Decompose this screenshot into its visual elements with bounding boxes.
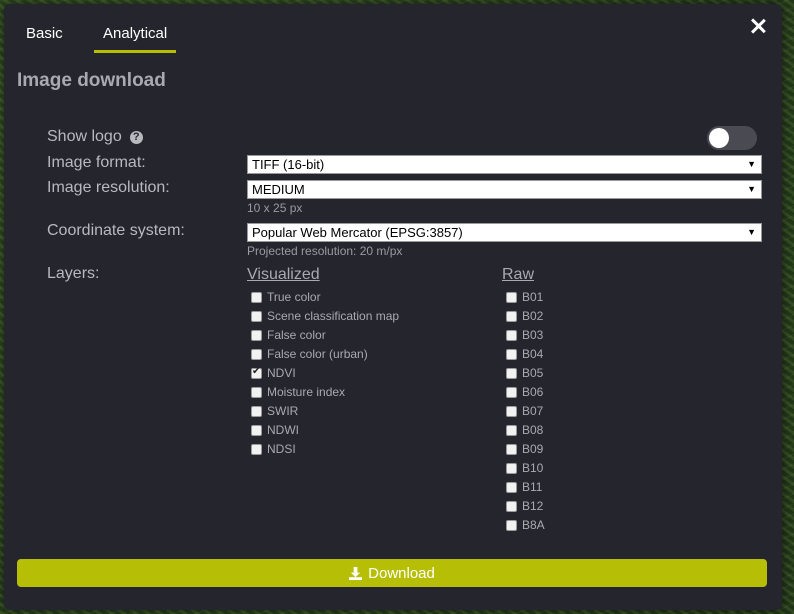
raw-band-row[interactable]: B08 xyxy=(506,422,543,438)
raw-band-row[interactable]: B02 xyxy=(506,308,543,324)
show-logo-label: Show logo? xyxy=(47,128,143,146)
image-format-select[interactable]: TIFF (16-bit) ▼ xyxy=(247,155,762,174)
visualized-layer-checkbox[interactable] xyxy=(251,366,262,379)
visualized-layer-label: NDSI xyxy=(267,442,296,456)
raw-band-label: B05 xyxy=(522,366,544,380)
raw-band-checkbox[interactable] xyxy=(506,348,517,360)
visualized-layer-row[interactable]: NDVI xyxy=(251,365,296,381)
raw-band-row[interactable]: B12 xyxy=(506,498,543,514)
projected-resolution-note: Projected resolution: 20 m/px xyxy=(247,244,403,258)
image-resolution-label: Image resolution: xyxy=(47,179,170,196)
raw-band-checkbox[interactable] xyxy=(506,519,517,531)
raw-band-label: B01 xyxy=(522,290,544,304)
coordinate-system-value: Popular Web Mercator (EPSG:3857) xyxy=(252,225,463,240)
raw-band-checkbox[interactable] xyxy=(506,481,517,493)
coordinate-system-label: Coordinate system: xyxy=(47,222,185,239)
raw-band-checkbox[interactable] xyxy=(506,424,517,436)
raw-header[interactable]: Raw xyxy=(502,266,534,284)
raw-band-checkbox[interactable] xyxy=(506,310,517,322)
image-format-label: Image format: xyxy=(47,154,146,171)
raw-band-label: B10 xyxy=(522,461,544,475)
visualized-layer-checkbox[interactable] xyxy=(251,310,262,322)
visualized-layer-checkbox[interactable] xyxy=(251,405,262,417)
dropdown-arrow-icon: ▼ xyxy=(747,227,756,237)
raw-band-row[interactable]: B11 xyxy=(506,479,542,495)
raw-band-row[interactable]: B05 xyxy=(506,365,543,381)
raw-band-label: B02 xyxy=(522,309,544,323)
raw-band-row[interactable]: B10 xyxy=(506,460,543,476)
raw-band-label: B06 xyxy=(522,385,544,399)
close-icon[interactable] xyxy=(750,18,766,34)
visualized-layer-row[interactable]: False color (urban) xyxy=(251,346,368,362)
help-icon[interactable]: ? xyxy=(129,131,143,144)
resolution-note: 10 x 25 px xyxy=(247,201,303,215)
raw-band-row[interactable]: B07 xyxy=(506,403,543,419)
visualized-layer-row[interactable]: Scene classification map xyxy=(251,308,399,324)
raw-band-checkbox[interactable] xyxy=(506,443,517,455)
raw-band-checkbox[interactable] xyxy=(506,367,517,379)
raw-band-label: B09 xyxy=(522,442,544,456)
visualized-layer-checkbox[interactable] xyxy=(251,386,262,398)
raw-band-row[interactable]: B8A xyxy=(506,517,545,533)
dialog-title: Image download xyxy=(17,70,166,91)
image-format-value: TIFF (16-bit) xyxy=(252,157,325,172)
raw-band-row[interactable]: B06 xyxy=(506,384,543,400)
visualized-layer-row[interactable]: NDSI xyxy=(251,441,296,457)
visualized-layer-row[interactable]: Moisture index xyxy=(251,384,345,400)
visualized-layer-label: False color (urban) xyxy=(267,347,368,361)
visualized-layer-row[interactable]: True color xyxy=(251,289,321,305)
raw-band-row[interactable]: B09 xyxy=(506,441,543,457)
raw-band-row[interactable]: B04 xyxy=(506,346,543,362)
tab-analytical[interactable]: Analytical xyxy=(94,24,177,53)
raw-band-label: B08 xyxy=(522,423,544,437)
show-logo-text: Show logo xyxy=(47,128,122,145)
visualized-layer-checkbox[interactable] xyxy=(251,291,262,303)
visualized-layer-checkbox[interactable] xyxy=(251,348,262,360)
visualized-layer-checkbox[interactable] xyxy=(251,424,262,436)
download-label: Download xyxy=(368,564,435,582)
visualized-layer-label: Scene classification map xyxy=(267,309,400,323)
visualized-layer-label: False color xyxy=(267,328,326,342)
raw-band-label: B12 xyxy=(522,499,544,513)
download-button[interactable]: Download xyxy=(17,559,767,587)
raw-band-checkbox[interactable] xyxy=(506,405,517,417)
raw-band-checkbox[interactable] xyxy=(506,500,517,512)
raw-band-row[interactable]: B03 xyxy=(506,327,543,343)
image-resolution-select[interactable]: MEDIUM ▼ xyxy=(247,180,762,199)
visualized-layer-label: True color xyxy=(267,290,321,304)
raw-band-checkbox[interactable] xyxy=(506,386,517,398)
image-resolution-value: MEDIUM xyxy=(252,182,305,197)
visualized-layer-label: SWIR xyxy=(267,404,299,418)
visualized-layer-checkbox[interactable] xyxy=(251,443,262,455)
visualized-header[interactable]: Visualized xyxy=(247,266,320,284)
raw-band-checkbox[interactable] xyxy=(506,291,517,303)
visualized-layer-row[interactable]: NDWI xyxy=(251,422,299,438)
visualized-layer-label: Moisture index xyxy=(267,385,346,399)
image-download-dialog: Basic Analytical Image download Show log… xyxy=(4,4,782,610)
visualized-layer-label: NDVI xyxy=(267,366,296,380)
raw-band-label: B03 xyxy=(522,328,544,342)
raw-band-row[interactable]: B01 xyxy=(506,289,543,305)
raw-band-label: B8A xyxy=(522,518,545,532)
show-logo-toggle[interactable] xyxy=(707,126,757,150)
download-icon xyxy=(349,566,363,580)
dropdown-arrow-icon: ▼ xyxy=(747,159,756,169)
raw-band-checkbox[interactable] xyxy=(506,462,517,474)
visualized-layer-row[interactable]: False color xyxy=(251,327,326,343)
visualized-layer-label: NDWI xyxy=(267,423,299,437)
dropdown-arrow-icon: ▼ xyxy=(747,184,756,194)
raw-band-checkbox[interactable] xyxy=(506,329,517,341)
raw-band-label: B11 xyxy=(522,480,543,494)
toggle-knob xyxy=(709,128,729,148)
coordinate-system-select[interactable]: Popular Web Mercator (EPSG:3857) ▼ xyxy=(247,223,762,242)
raw-band-label: B04 xyxy=(522,347,544,361)
visualized-layer-row[interactable]: SWIR xyxy=(251,403,298,419)
tab-basic[interactable]: Basic xyxy=(17,24,72,50)
layers-label: Layers: xyxy=(47,265,100,282)
raw-band-label: B07 xyxy=(522,404,544,418)
visualized-layer-checkbox[interactable] xyxy=(251,329,262,341)
